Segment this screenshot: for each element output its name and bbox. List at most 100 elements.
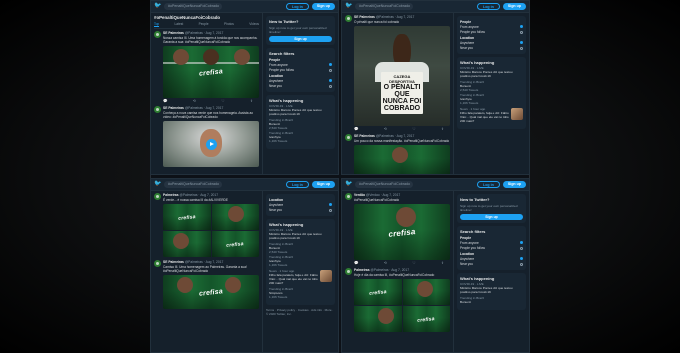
tweet-image[interactable]: CAZEGA DESPORTIVA O PÊNALTI QUE NUNCA FO… xyxy=(354,26,450,126)
like-icon[interactable]: ♡ xyxy=(412,261,415,265)
trend-item[interactable]: Trending in Brazil Bonucci 2,540 Tweets xyxy=(460,80,523,93)
tweet-author[interactable]: SE Palmeiras xyxy=(354,134,375,138)
avatar[interactable] xyxy=(345,15,352,22)
twitter-bird-icon[interactable]: 🐦 xyxy=(345,3,352,10)
trend-item[interactable]: Trending in Brazil Ivanhyre 1,166 Tweets xyxy=(460,93,523,106)
tweet-author[interactable]: SE Palmeiras xyxy=(163,260,184,264)
gallery-image[interactable] xyxy=(211,204,259,230)
tweet-image[interactable] xyxy=(354,145,450,174)
avatar[interactable] xyxy=(345,268,352,275)
tab-top[interactable]: Top xyxy=(154,22,160,27)
radio-anywhere[interactable] xyxy=(519,257,523,261)
tweet-image[interactable]: crefisa xyxy=(163,46,259,98)
trend-item[interactable]: COVID-19 · LIVE Ministro Marcos Pontes di… xyxy=(460,66,523,79)
radio-people-you-follow[interactable] xyxy=(519,246,523,250)
tweet[interactable]: SE Palmeiras @Palmeiras · Aug 7, 2017 Ca… xyxy=(154,260,259,309)
signup-button[interactable]: Sign up xyxy=(311,181,335,188)
search-input[interactable]: #oPenaltiQueNuncaFoiCobrado xyxy=(355,3,413,10)
gallery-image[interactable] xyxy=(354,306,402,332)
trend-item[interactable]: Trending in Brazil Simpsons 1,166 Tweets xyxy=(269,287,332,300)
trend-item[interactable]: COVID-19 · LIVE Ministro Marcos Pontes di… xyxy=(269,104,332,117)
avatar[interactable] xyxy=(345,193,352,200)
gallery-image[interactable] xyxy=(402,279,450,305)
radio-near-you[interactable] xyxy=(519,262,523,266)
trend-item[interactable]: Trending in Brazil Ivanhyre 1,166 Tweets xyxy=(269,255,332,268)
footer-links[interactable]: Terms · Privacy policy · Cookies · Ads i… xyxy=(266,308,335,316)
tab-videos[interactable]: Videos xyxy=(249,22,259,27)
tweet[interactable]: SE Palmeiras @Palmeiras · Aug 7, 2017 Um… xyxy=(345,134,450,174)
radio-people-you-follow[interactable] xyxy=(328,68,332,72)
radio-anywhere[interactable] xyxy=(328,203,332,207)
signup-button[interactable]: Sign up xyxy=(502,181,526,188)
tweet-author[interactable]: Verdão xyxy=(354,193,365,197)
login-button[interactable]: Log in xyxy=(286,3,309,10)
tweet-image-gallery[interactable]: crefisa crefisa xyxy=(163,204,259,257)
radio-anywhere[interactable] xyxy=(328,79,332,83)
signup-button[interactable]: Sign up xyxy=(502,3,526,10)
trend-item[interactable]: COVID-19 · LIVE Ministro Marcos Pontes di… xyxy=(460,282,523,295)
tweet[interactable]: Palmeiras @Palmeiras · Aug 7, 2017 É ver… xyxy=(154,193,259,257)
tab-people[interactable]: People xyxy=(199,22,209,27)
radio-near-you[interactable] xyxy=(328,84,332,88)
tab-photos[interactable]: Photos xyxy=(224,22,234,27)
twitter-bird-icon[interactable]: 🐦 xyxy=(154,3,161,10)
signup-card-button[interactable]: Sign up xyxy=(460,214,523,220)
gallery-image[interactable] xyxy=(163,231,211,257)
tweet-image[interactable]: crefisa xyxy=(354,204,450,260)
radio-from-anyone[interactable] xyxy=(328,63,332,67)
tab-latest[interactable]: Latest xyxy=(175,22,184,27)
avatar[interactable] xyxy=(154,260,161,267)
radio-near-you[interactable] xyxy=(328,208,332,212)
gallery-image[interactable]: crefisa xyxy=(354,279,402,305)
trend-item[interactable]: Trending in Brazil Bonucci 2,540 Tweets xyxy=(269,242,332,255)
tweet[interactable]: SE Palmeiras @Palmeiras · Aug 7, 2017 O … xyxy=(345,15,450,131)
avatar[interactable] xyxy=(345,134,352,141)
login-button[interactable]: Log in xyxy=(286,181,309,188)
login-button[interactable]: Log in xyxy=(477,3,500,10)
retweet-icon[interactable]: ⟲ xyxy=(193,99,196,103)
trend-item[interactable]: COVID-19 · LIVE Ministro Marcos Pontes di… xyxy=(269,228,332,241)
reply-icon[interactable]: 💬 xyxy=(163,99,167,103)
tweet-image-gallery[interactable]: crefisa crefisa xyxy=(354,279,450,332)
tweet-image[interactable]: crefisa xyxy=(163,275,259,309)
like-icon[interactable]: ♡ xyxy=(221,99,224,103)
search-input[interactable]: #oPenaltiQueNuncaFoiCobrado xyxy=(164,181,222,188)
avatar[interactable] xyxy=(154,193,161,200)
tweet-author[interactable]: Palmeiras xyxy=(354,268,370,272)
reply-icon[interactable]: 💬 xyxy=(354,261,358,265)
tweet-author[interactable]: SE Palmeiras xyxy=(354,15,375,19)
tweet[interactable]: Palmeiras @Palmeiras · Aug 7, 2017 Hoje … xyxy=(345,268,450,332)
share-icon[interactable]: ⇪ xyxy=(441,261,444,265)
avatar[interactable] xyxy=(154,31,161,38)
trend-item[interactable]: Trending in Brazil Bonucci xyxy=(460,296,523,305)
tweet-author[interactable]: SE Palmeiras xyxy=(163,31,184,35)
avatar[interactable] xyxy=(154,106,161,113)
search-input[interactable]: #oPenaltiQueNuncaFoiCobrado xyxy=(355,181,413,188)
news-item[interactable]: News · 1 hour ago Filho fala paralelo, fa… xyxy=(269,269,332,288)
reply-icon[interactable]: 💬 xyxy=(354,127,358,131)
tweet[interactable]: SE Palmeiras @Palmeiras · Aug 7, 2017 No… xyxy=(154,31,259,103)
tweet[interactable]: Verdão @Verdao · Aug 7, 2017 #oPenaltiQu… xyxy=(345,193,450,265)
trend-item[interactable]: Trending in Brazil Bonucci 2,540 Tweets xyxy=(269,118,332,131)
play-icon[interactable] xyxy=(205,138,217,150)
radio-near-you[interactable] xyxy=(519,46,523,50)
radio-from-anyone[interactable] xyxy=(519,241,523,245)
trend-item[interactable]: Trending in Brazil Ivanhyre 1,166 Tweets xyxy=(269,131,332,144)
news-item[interactable]: News · 1 hour ago Filho fala paralelo, fa… xyxy=(460,107,523,126)
signup-card-button[interactable]: Sign up xyxy=(269,36,332,42)
signup-button[interactable]: Sign up xyxy=(311,3,335,10)
like-icon[interactable]: ♡ xyxy=(412,127,415,131)
retweet-icon[interactable]: ⟲ xyxy=(384,127,387,131)
tweet-author[interactable]: SE Palmeiras xyxy=(163,106,184,110)
share-icon[interactable]: ⇪ xyxy=(250,99,253,103)
login-button[interactable]: Log in xyxy=(477,181,500,188)
twitter-bird-icon[interactable]: 🐦 xyxy=(154,181,161,188)
radio-people-you-follow[interactable] xyxy=(519,30,523,34)
tweet[interactable]: SE Palmeiras @Palmeiras · Aug 7, 2017 Co… xyxy=(154,106,259,167)
retweet-icon[interactable]: ⟲ xyxy=(384,261,387,265)
gallery-image[interactable]: crefisa xyxy=(211,231,259,257)
tweet-video[interactable] xyxy=(163,121,259,167)
tweet-author[interactable]: Palmeiras xyxy=(163,193,179,197)
twitter-bird-icon[interactable]: 🐦 xyxy=(345,181,352,188)
radio-anywhere[interactable] xyxy=(519,41,523,45)
